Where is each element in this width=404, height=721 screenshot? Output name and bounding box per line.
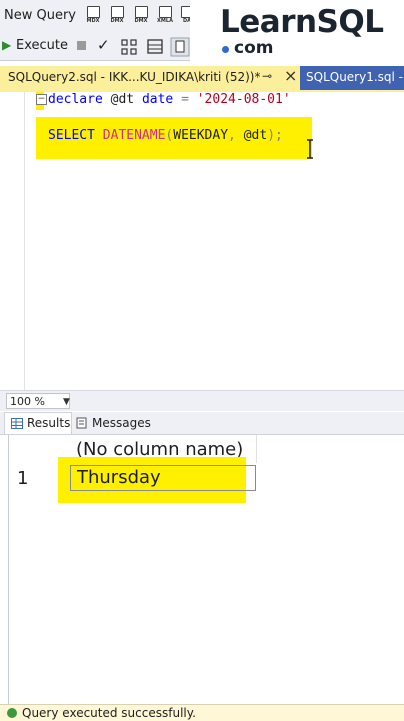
tab-label: SQLQuery2.sql - IKK...KU_IDIKA\kriti (52… — [8, 70, 261, 84]
execute-icon: ▶ — [2, 38, 12, 52]
editor-scrollbar[interactable]: 100 % ▼ — [0, 390, 404, 411]
grid-icon — [11, 418, 23, 429]
code-line-select: SELECT DATENAME(WEEKDAY, @dt); — [48, 128, 283, 143]
status-message: Query executed successfully. — [22, 706, 196, 720]
chevron-down-icon: ▼ — [63, 397, 70, 407]
row-number[interactable]: 1 — [17, 468, 28, 489]
message-icon — [76, 417, 87, 429]
tab-sqlquery1[interactable]: SQLQuery1.sql - — [300, 66, 404, 90]
stop-icon[interactable] — [77, 41, 86, 50]
mdx-query-icon[interactable]: MDX — [84, 6, 102, 24]
tab-label: SQLQuery1.sql - — [306, 70, 404, 84]
collapse-icon[interactable]: − — [36, 94, 47, 105]
results-to-file-icon[interactable] — [170, 37, 190, 57]
query-editor[interactable]: − declare @dt date = '2024-08-01' SELECT… — [0, 92, 404, 390]
code-line-declare: declare @dt date = '2024-08-01' — [48, 92, 291, 107]
zoom-select[interactable]: 100 % ▼ — [6, 393, 70, 409]
divider — [8, 435, 9, 705]
dmx-query-icon-2[interactable]: DMX — [132, 6, 150, 24]
learnsql-logo: LearnSQL com — [190, 0, 404, 62]
close-icon[interactable]: × — [284, 66, 297, 85]
tab-sqlquery2[interactable]: SQLQuery2.sql - IKK...KU_IDIKA\kriti (52… — [0, 66, 300, 90]
cell-value: Thursday — [77, 467, 161, 488]
document-tab-bar: SQLQuery2.sql - IKK...KU_IDIKA\kriti (52… — [0, 66, 404, 90]
zoom-value: 100 % — [10, 395, 45, 408]
success-icon — [7, 708, 17, 718]
query-options-icon[interactable] — [120, 38, 138, 56]
text-cursor-icon — [307, 139, 313, 159]
new-query-button[interactable]: New Query — [4, 8, 76, 23]
parse-check-icon[interactable]: ✓ — [97, 36, 110, 54]
status-bar: Query executed successfully. — [0, 704, 404, 721]
dmx-query-icon[interactable]: DMX — [108, 6, 126, 24]
editor-gutter — [0, 92, 25, 390]
execute-button[interactable]: Execute — [16, 38, 68, 53]
table-cell[interactable]: Thursday — [70, 465, 256, 491]
logo-name: LearnSQL — [220, 4, 384, 40]
xmla-query-icon[interactable]: XMLA — [156, 6, 174, 24]
tab-results[interactable]: Results — [4, 412, 72, 434]
results-tab-bar: Results Messages — [0, 412, 404, 434]
tab-results-label: Results — [27, 416, 71, 430]
tab-messages-label: Messages — [92, 416, 151, 430]
results-to-grid-icon[interactable] — [146, 38, 164, 56]
tab-messages[interactable]: Messages — [76, 412, 156, 434]
results-grid[interactable]: (No column name) 1 Thursday — [0, 434, 404, 705]
pin-icon[interactable]: ⊸ — [262, 69, 272, 83]
logo-domain: com — [234, 38, 274, 58]
logo-dot-icon — [222, 46, 229, 53]
